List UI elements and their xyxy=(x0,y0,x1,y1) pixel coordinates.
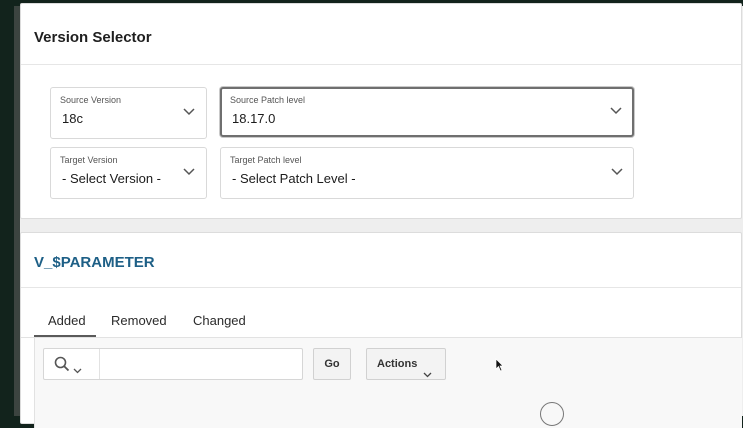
chevron-down-icon xyxy=(423,360,432,390)
search-input[interactable] xyxy=(102,351,296,377)
region-header-divider xyxy=(21,287,741,288)
chevron-down-icon xyxy=(611,168,625,178)
source-patch-level-value: 18.17.0 xyxy=(232,111,276,126)
chevron-down-icon xyxy=(73,361,82,379)
source-version-value: 18c xyxy=(62,111,83,126)
target-version-select[interactable]: Target Version - Select Version - xyxy=(50,147,207,199)
target-patch-level-label: Target Patch level xyxy=(230,155,302,165)
go-button[interactable]: Go xyxy=(313,348,351,380)
chevron-down-icon xyxy=(183,168,197,178)
mouse-cursor-icon xyxy=(495,358,504,377)
region-header-divider xyxy=(21,64,741,65)
parameter-region-title: V_$PARAMETER xyxy=(34,254,155,271)
search-column-selector[interactable] xyxy=(44,349,100,379)
target-version-value: - Select Version - xyxy=(62,171,161,186)
version-selector-title: Version Selector xyxy=(34,29,152,46)
source-version-label: Source Version xyxy=(60,95,122,105)
tab-removed[interactable]: Removed xyxy=(111,313,167,328)
tab-changed[interactable]: Changed xyxy=(193,313,246,328)
tab-added[interactable]: Added xyxy=(48,313,86,328)
search-icon xyxy=(54,356,70,377)
source-patch-level-select[interactable]: Source Patch level 18.17.0 xyxy=(220,87,634,137)
actions-menu-button[interactable]: Actions xyxy=(366,348,446,380)
chevron-down-icon xyxy=(183,108,197,118)
target-version-label: Target Version xyxy=(60,155,118,165)
source-patch-level-label: Source Patch level xyxy=(230,95,306,105)
source-version-select[interactable]: Source Version 18c xyxy=(50,87,207,139)
target-patch-level-select[interactable]: Target Patch level - Select Patch Level … xyxy=(220,147,634,199)
search-field[interactable] xyxy=(43,348,303,380)
actions-label: Actions xyxy=(377,358,418,370)
target-patch-level-value: - Select Patch Level - xyxy=(232,171,356,186)
chevron-down-icon xyxy=(610,107,624,117)
parameter-region: V_$PARAMETER Added Removed Changed Go Ac… xyxy=(20,232,742,428)
loading-indicator xyxy=(540,402,564,426)
version-selector-region: Version Selector Source Version 18c Sour… xyxy=(20,3,742,219)
